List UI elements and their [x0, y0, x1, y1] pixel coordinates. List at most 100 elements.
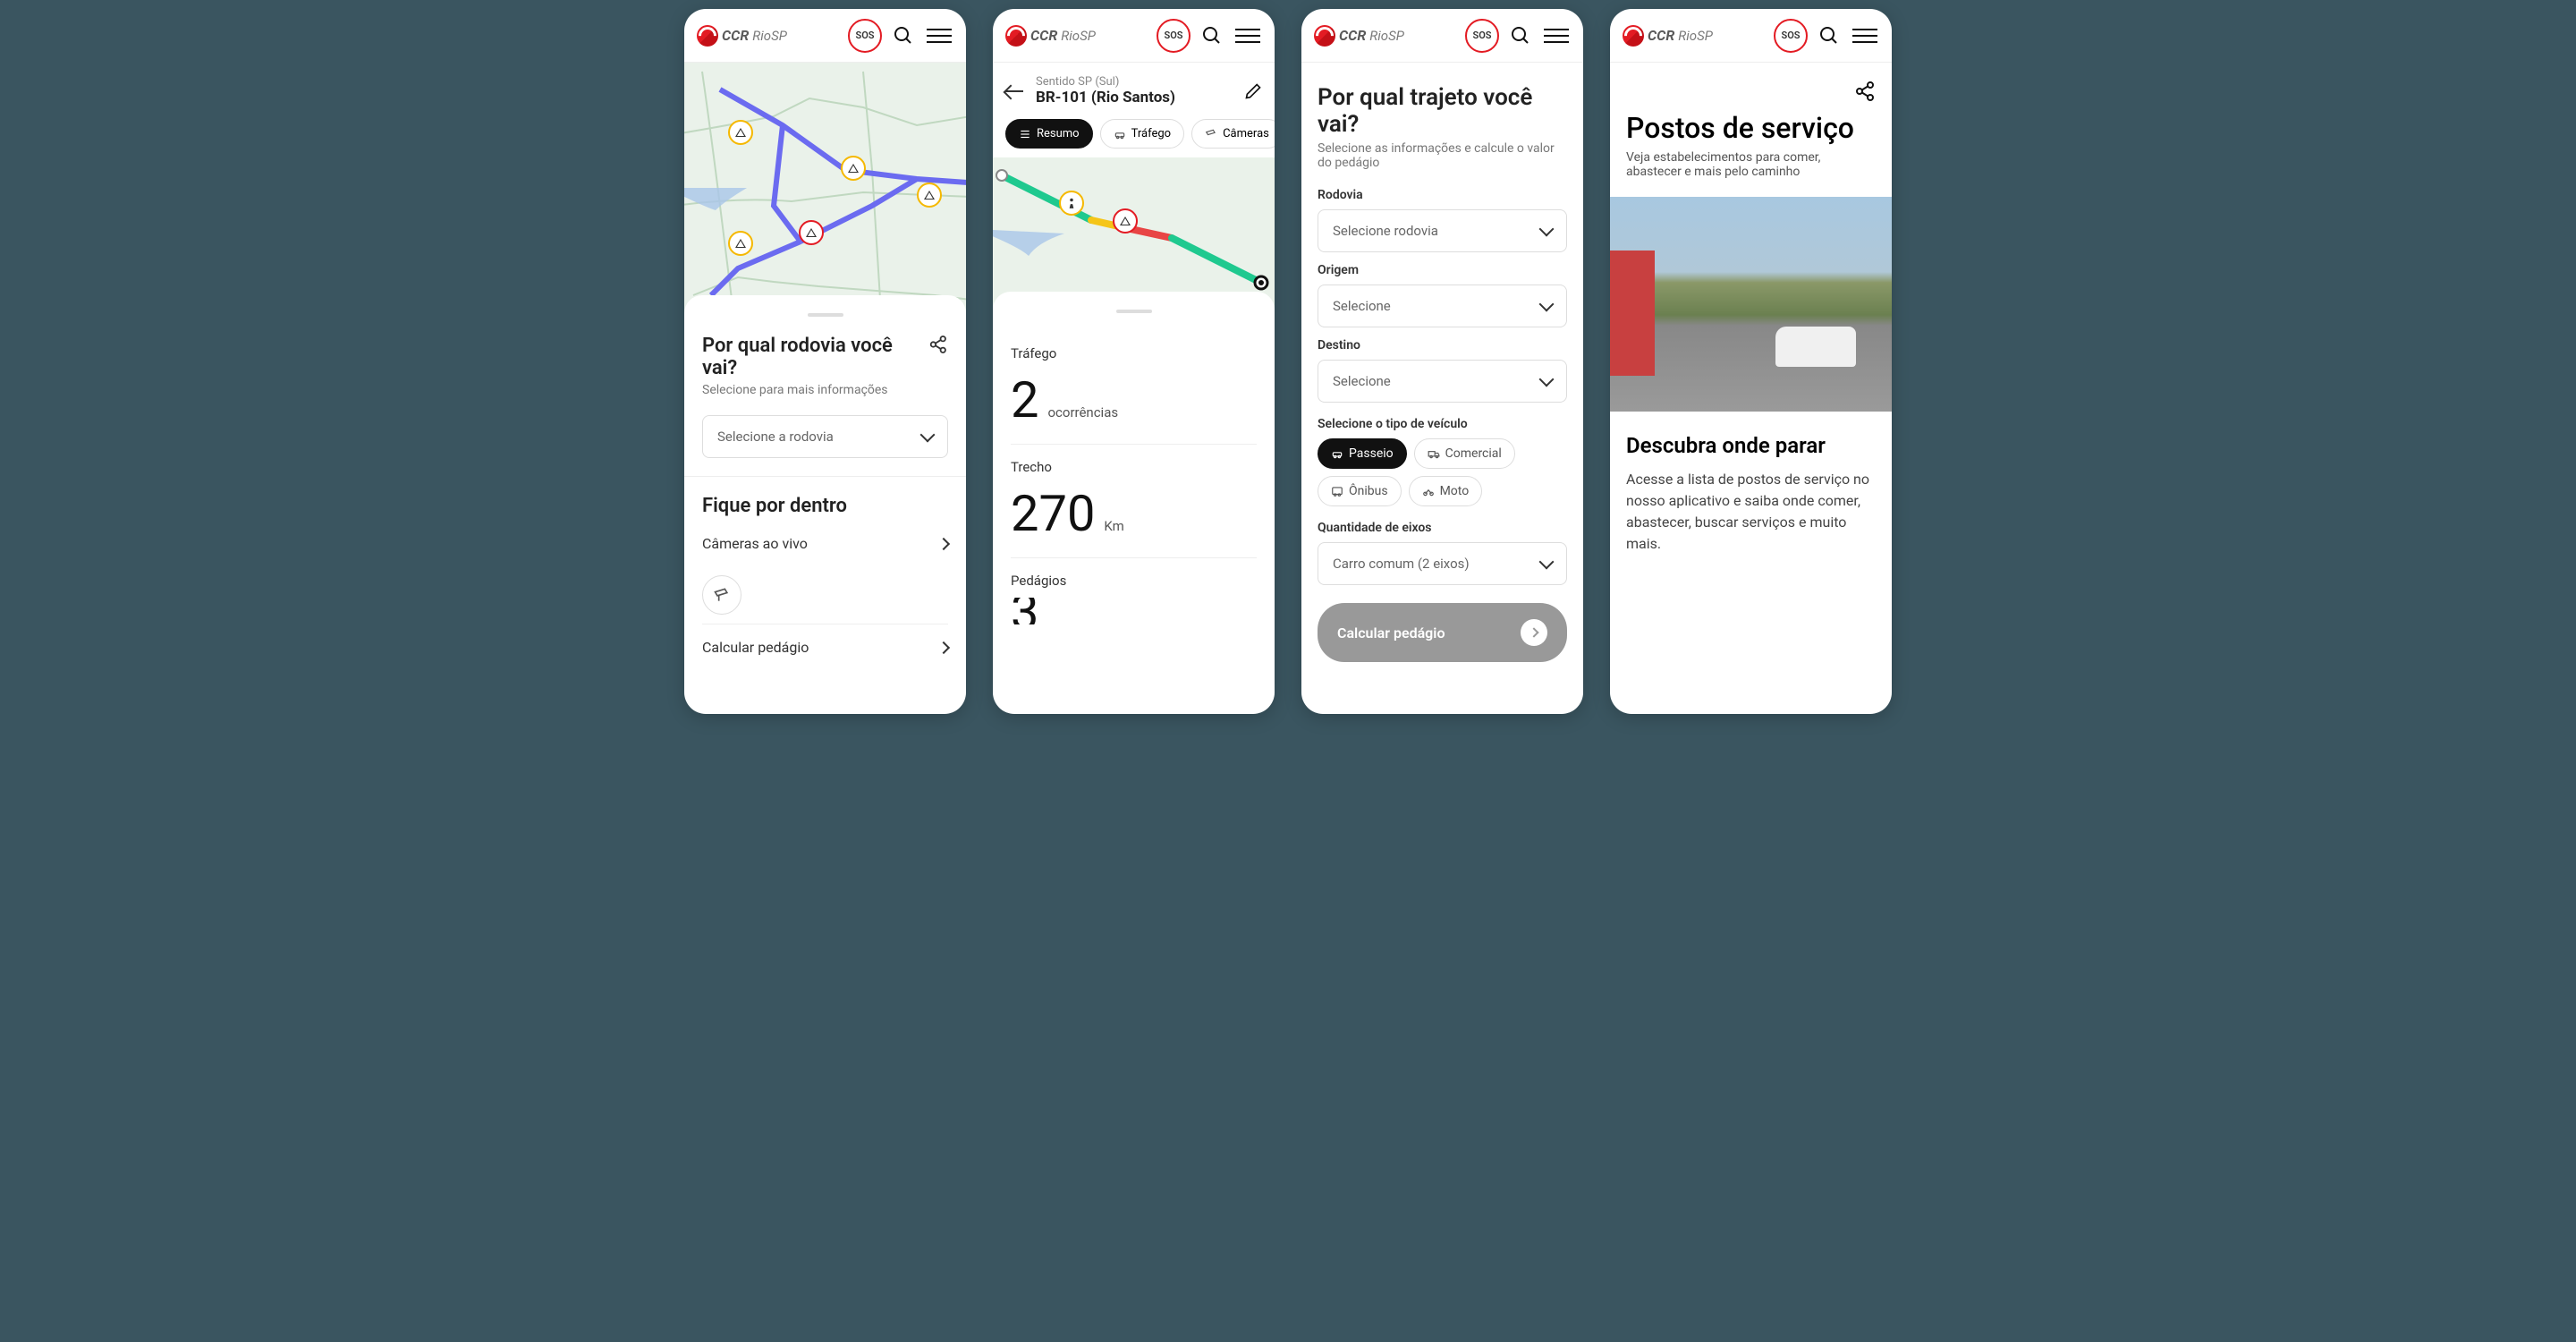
drag-handle[interactable] — [1116, 310, 1152, 313]
form-title: Por qual trajeto você vai? — [1318, 84, 1567, 138]
label-highway: Rodovia — [1318, 188, 1567, 202]
search-icon — [1201, 25, 1223, 47]
sos-button[interactable]: SOS — [848, 19, 882, 53]
brand-sub: RioSP — [752, 28, 787, 44]
menu-icon — [927, 29, 952, 30]
logo-icon — [1623, 25, 1644, 47]
chip-label: Ônibus — [1349, 484, 1388, 498]
map-pin-warning-icon[interactable] — [841, 156, 866, 181]
tab-label: Resumo — [1037, 127, 1080, 140]
bottom-sheet: Por qual rodovia você vai? Selecione par… — [684, 295, 966, 688]
map-pin-construction-icon[interactable] — [1059, 191, 1084, 216]
chevron-down-icon — [1539, 555, 1555, 570]
brand-sub: RioSP — [1678, 28, 1713, 44]
back-button[interactable] — [1005, 90, 1023, 92]
search-button[interactable] — [1815, 21, 1843, 50]
arrow-circle-icon — [1521, 619, 1547, 646]
camera-round-button[interactable] — [702, 575, 741, 615]
origin-select[interactable]: Selecione — [1318, 285, 1567, 327]
vehicle-chips: Passeio Comercial Ônibus Moto — [1318, 438, 1567, 506]
screen-service-stations: CCR RioSP SOS Postos de serviço Veja est… — [1610, 9, 1892, 714]
screen-home: CCR RioSP SOS — [684, 9, 966, 714]
map-pin-alert-icon[interactable] — [799, 220, 824, 245]
map-pin-warning-icon[interactable] — [728, 231, 753, 256]
sos-button[interactable]: SOS — [1157, 19, 1191, 53]
chevron-right-icon — [937, 641, 950, 653]
route-map[interactable] — [993, 157, 1275, 310]
tab-resumo[interactable]: Resumo — [1005, 119, 1093, 149]
stat-value: 270 — [1011, 484, 1095, 543]
logo-icon — [697, 25, 718, 47]
stat-label: Tráfego — [1011, 345, 1257, 361]
axles-select[interactable]: Carro comum (2 eixos) — [1318, 542, 1567, 585]
chip-onibus[interactable]: Ônibus — [1318, 476, 1402, 506]
chip-label: Passeio — [1349, 446, 1394, 461]
menu-button[interactable] — [1851, 21, 1879, 50]
menu-button[interactable] — [925, 21, 953, 50]
map-view[interactable] — [684, 63, 966, 313]
highway-select[interactable]: Selecione rodovia — [1318, 209, 1567, 252]
menu-button[interactable] — [1233, 21, 1262, 50]
list-label: Câmeras ao vivo — [702, 535, 808, 552]
form-subtitle: Selecione as informações e calcule o val… — [1318, 141, 1567, 170]
map-pin-warning-icon[interactable] — [728, 120, 753, 145]
drag-handle[interactable] — [808, 313, 843, 317]
share-icon[interactable] — [1854, 81, 1876, 102]
select-placeholder: Carro comum (2 eixos) — [1333, 556, 1470, 572]
section2-title: Fique por dentro — [702, 495, 948, 517]
stat-unit: ocorrências — [1047, 404, 1118, 420]
search-button[interactable] — [889, 21, 918, 50]
label-origin: Origem — [1318, 263, 1567, 277]
car-icon — [1114, 128, 1126, 140]
map-pin-alert-icon[interactable] — [1113, 208, 1138, 234]
highway-select[interactable]: Selecione a rodovia — [702, 415, 948, 458]
stat-value: 2 — [1011, 370, 1038, 429]
tabs-row: Resumo Tráfego Câmeras — [993, 119, 1275, 157]
destination-select[interactable]: Selecione — [1318, 360, 1567, 403]
tab-cameras[interactable]: Câmeras — [1191, 119, 1275, 149]
menu-button[interactable] — [1542, 21, 1571, 50]
search-button[interactable] — [1198, 21, 1226, 50]
app-header: CCR RioSP SOS — [993, 9, 1275, 63]
building-graphic — [1610, 251, 1655, 376]
stat-distance: Trecho 270 Km — [1011, 445, 1257, 558]
brand-ccr: CCR — [1339, 27, 1366, 44]
sos-button[interactable]: SOS — [1774, 19, 1808, 53]
content-area: Por qual rodovia você vai? Selecione par… — [684, 63, 966, 714]
share-icon[interactable] — [928, 335, 948, 354]
calculate-button[interactable]: Calcular pedágio — [1318, 603, 1567, 662]
select-placeholder: Selecione — [1333, 373, 1391, 389]
brand-ccr: CCR — [1648, 27, 1674, 44]
logo-icon — [1314, 25, 1335, 47]
toll-link[interactable]: Calcular pedágio — [702, 624, 948, 670]
route-name: BR-101 (Rio Santos) — [1036, 89, 1232, 106]
screen-toll-calc: CCR RioSP SOS Por qual trajeto você vai?… — [1301, 9, 1583, 714]
app-logo: CCR RioSP — [1623, 25, 1767, 47]
stat-label: Pedágios — [1011, 573, 1257, 589]
sos-button[interactable]: SOS — [1465, 19, 1499, 53]
chip-moto[interactable]: Moto — [1409, 476, 1483, 506]
chip-label: Comercial — [1445, 446, 1502, 461]
map-pin-warning-icon[interactable] — [917, 183, 942, 208]
chip-label: Moto — [1440, 484, 1470, 498]
section-title: Por qual rodovia você vai? — [702, 335, 928, 379]
edit-icon[interactable] — [1244, 82, 1262, 100]
chip-passeio[interactable]: Passeio — [1318, 438, 1407, 469]
app-logo: CCR RioSP — [697, 25, 841, 47]
select-placeholder: Selecione a rodovia — [717, 429, 834, 445]
stats-sheet: Tráfego 2 ocorrências Trecho 270 Km Pedá… — [993, 292, 1275, 657]
app-header: CCR RioSP SOS — [1301, 9, 1583, 63]
cameras-link[interactable]: Câmeras ao vivo — [702, 521, 948, 566]
brand-ccr: CCR — [1030, 27, 1057, 44]
stat-traffic: Tráfego 2 ocorrências — [1011, 331, 1257, 445]
brand-sub: RioSP — [1369, 28, 1404, 44]
label-axles: Quantidade de eixos — [1318, 521, 1567, 535]
tab-trafego[interactable]: Tráfego — [1100, 119, 1184, 149]
content-area: Sentido SP (Sul) BR-101 (Rio Santos) Res… — [993, 63, 1275, 714]
chip-comercial[interactable]: Comercial — [1414, 438, 1515, 469]
tab-label: Câmeras — [1223, 127, 1269, 140]
article-body: Acesse a lista de postos de serviço no n… — [1610, 469, 1892, 555]
button-label: Calcular pedágio — [1337, 624, 1445, 641]
search-button[interactable] — [1506, 21, 1535, 50]
article-title: Descubra onde parar — [1610, 412, 1892, 469]
